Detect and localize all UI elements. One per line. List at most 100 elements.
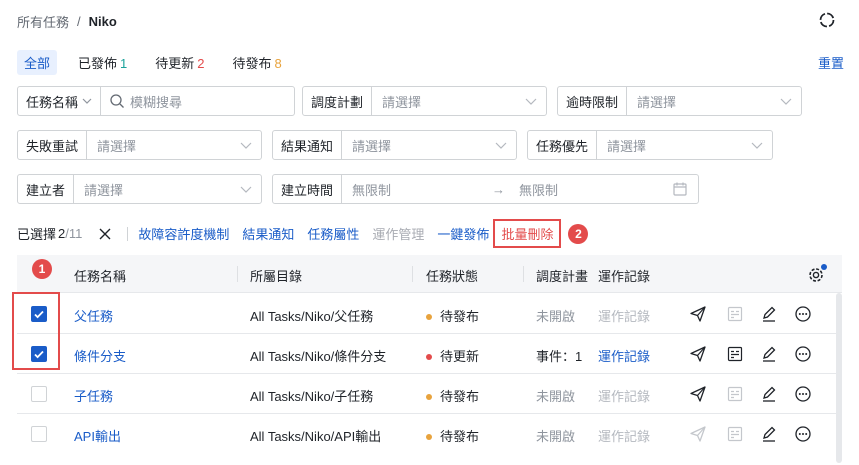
breadcrumb: 所有任務 / Niko xyxy=(17,12,117,31)
breadcrumb-root[interactable]: 所有任務 xyxy=(17,12,69,31)
retry-filter[interactable]: 失敗重試 請選擇 xyxy=(17,130,262,160)
bulk-action-toolbar: 已選擇 2 /11 故障容許度機制 結果通知 任務屬性 運作管理 一鍵發佈 批量… xyxy=(17,219,589,248)
send-publish-icon[interactable] xyxy=(689,345,707,363)
search-input[interactable]: 模糊搜尋 xyxy=(125,92,294,111)
status-dot xyxy=(426,393,432,400)
created-time-filter[interactable]: 建立時間 無限制 → 無限制 xyxy=(272,174,699,204)
status-tabs: 全部 已發佈 1 待更新 2 待發布 8 xyxy=(17,50,289,75)
send-publish-icon[interactable] xyxy=(689,385,707,403)
chevron-down-icon xyxy=(82,98,92,104)
task-name-link[interactable]: 子任務 xyxy=(74,386,113,405)
task-status: 待發布 xyxy=(426,306,479,325)
tab-pending-update[interactable]: 待更新 2 xyxy=(148,50,211,75)
run-log-link: 運作記錄 xyxy=(598,309,651,324)
schedule-filter[interactable]: 調度計劃 請選擇 xyxy=(302,86,547,116)
task-status: 待發布 xyxy=(426,386,479,405)
notify-filter[interactable]: 結果通知 請選擇 xyxy=(272,130,517,160)
search-icon xyxy=(110,94,124,108)
tab-pending-publish[interactable]: 待發布 8 xyxy=(226,50,289,75)
edit-icon[interactable] xyxy=(760,425,778,443)
table-row[interactable]: 子任務 All Tasks/Niko/子任務 待發布 未開啟 運作記錄 xyxy=(17,374,842,414)
schedule-value: 未開啟 xyxy=(536,429,576,444)
bulk-delete-button[interactable]: 批量刪除 xyxy=(493,219,562,248)
filter-select-placeholder: 請選擇 xyxy=(352,138,392,154)
tab-all[interactable]: 全部 xyxy=(17,50,58,75)
refresh-icon[interactable] xyxy=(818,11,836,29)
column-header-schedule: 調度計畫 xyxy=(536,269,589,284)
filter-label: 調度計劃 xyxy=(303,87,373,115)
task-properties-button[interactable]: 任務屬性 xyxy=(307,224,359,243)
schedule-icon[interactable] xyxy=(726,345,744,363)
filter-label: 任務名稱 xyxy=(26,94,79,110)
schedule-value: 未開啟 xyxy=(536,389,576,404)
task-name-link[interactable]: 父任務 xyxy=(74,306,113,325)
reset-button[interactable]: 重置 xyxy=(818,53,844,72)
creator-filter[interactable]: 建立者 請選擇 xyxy=(17,174,262,204)
run-log-link: 運作記錄 xyxy=(598,429,651,444)
vertical-scrollbar[interactable] xyxy=(836,293,842,463)
task-name-filter-label[interactable]: 任務名稱 xyxy=(18,87,102,115)
send-publish-icon xyxy=(690,426,706,442)
run-log-link[interactable]: 運作記錄 xyxy=(598,346,650,365)
tab-count: 8 xyxy=(274,56,282,71)
row-checkbox[interactable] xyxy=(31,386,47,402)
status-dot xyxy=(426,313,432,320)
filter-select-placeholder: 請選擇 xyxy=(637,94,677,110)
schedule-value: 事件：1 xyxy=(536,349,583,364)
task-directory: All Tasks/Niko/子任務 xyxy=(250,389,374,404)
range-arrow: → xyxy=(492,181,506,197)
filter-select-placeholder: 請選擇 xyxy=(97,138,137,154)
chevron-down-icon xyxy=(240,186,252,193)
table-row[interactable]: 父任務 All Tasks/Niko/父任務 待發布 未開啟 運作記錄 xyxy=(17,294,842,334)
filter-label: 逾時限制 xyxy=(558,87,628,115)
task-name-link[interactable]: API輸出 xyxy=(74,426,121,445)
filter-label: 失敗重試 xyxy=(18,131,88,159)
schedule-icon xyxy=(727,306,743,322)
end-date-input[interactable]: 無限制 xyxy=(515,180,672,199)
edit-icon[interactable] xyxy=(760,345,778,363)
schedule-icon xyxy=(727,426,743,442)
operation-management-button[interactable]: 運作管理 xyxy=(372,224,424,243)
row-checkbox[interactable] xyxy=(31,426,47,442)
column-header-name: 任務名稱 xyxy=(74,269,127,284)
breadcrumb-separator: / xyxy=(77,14,81,29)
filter-label: 建立時間 xyxy=(273,175,343,203)
fault-tolerance-button[interactable]: 故障容許度機制 xyxy=(138,224,229,243)
more-options-icon[interactable] xyxy=(794,385,812,403)
run-log-link: 運作記錄 xyxy=(598,389,651,404)
priority-filter[interactable]: 任務優先 請選擇 xyxy=(527,130,773,160)
task-directory: All Tasks/Niko/條件分支 xyxy=(250,349,387,364)
column-divider xyxy=(412,266,413,282)
send-publish-icon[interactable] xyxy=(689,305,707,323)
table-header: 任務名稱 所屬目錄 任務狀態 調度計畫 運作記錄 xyxy=(17,255,842,293)
timeout-filter[interactable]: 逾時限制 請選擇 xyxy=(557,86,802,116)
calendar-icon[interactable] xyxy=(672,181,688,197)
tab-published[interactable]: 已發佈 1 xyxy=(71,50,134,75)
task-name-link[interactable]: 條件分支 xyxy=(74,346,126,365)
task-status: 待更新 xyxy=(426,346,479,365)
start-date-input[interactable]: 無限制 xyxy=(342,180,492,199)
schedule-value: 未開啟 xyxy=(536,309,576,324)
edit-icon[interactable] xyxy=(760,305,778,323)
status-text: 待更新 xyxy=(440,349,480,364)
divider xyxy=(127,226,129,241)
table-row[interactable]: API輸出 All Tasks/Niko/API輸出 待發布 未開啟 運作記錄 xyxy=(17,414,842,454)
result-notify-button[interactable]: 結果通知 xyxy=(242,224,294,243)
chevron-down-icon xyxy=(495,142,507,149)
one-click-publish-button[interactable]: 一鍵發佈 xyxy=(437,224,489,243)
tab-count: 1 xyxy=(120,56,128,71)
more-options-icon[interactable] xyxy=(794,305,812,323)
filter-label: 任務優先 xyxy=(528,131,598,159)
annotation-badge-1: 1 xyxy=(32,259,52,279)
selected-count: 2 xyxy=(58,226,66,241)
status-text: 待發布 xyxy=(440,389,480,404)
edit-icon[interactable] xyxy=(760,385,778,403)
clear-selection-icon[interactable] xyxy=(98,227,112,241)
column-settings-gear-icon[interactable] xyxy=(806,263,828,285)
more-options-icon[interactable] xyxy=(794,345,812,363)
more-options-icon[interactable] xyxy=(794,425,812,443)
table-row[interactable]: 條件分支 All Tasks/Niko/條件分支 待更新 事件：1 運作記錄 xyxy=(17,334,842,374)
task-name-filter[interactable]: 任務名稱 模糊搜尋 xyxy=(17,86,295,116)
status-dot xyxy=(426,433,432,440)
tab-count: 2 xyxy=(197,56,205,71)
